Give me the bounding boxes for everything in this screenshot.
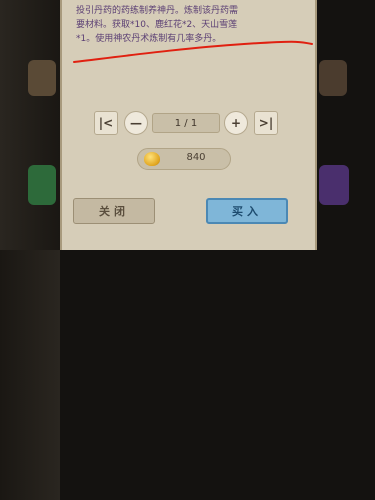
quantity-display[interactable]: 1 / 1	[152, 113, 220, 133]
background-item-tile	[28, 60, 56, 96]
quantity-selector: |< — 1 / 1 + >|	[92, 108, 292, 138]
first-page-button[interactable]: |<	[94, 111, 118, 135]
red-underline-annotation	[73, 40, 313, 63]
purchase-dialog: 投引丹药的药练制养神丹。炼制该丹药需 要材料。获取*10、鹿红花*2、天山雪莲 …	[60, 0, 317, 250]
background-right	[0, 250, 60, 500]
price-value: 840	[186, 152, 206, 163]
background-left	[0, 0, 60, 250]
close-button[interactable]: 关闭	[73, 198, 155, 224]
plus-button[interactable]: +	[224, 111, 248, 135]
background-item-tile	[319, 165, 349, 205]
last-page-button[interactable]: >|	[254, 111, 278, 135]
gold-ingot-icon	[144, 152, 160, 166]
price-box: 840	[137, 148, 231, 170]
minus-button[interactable]: —	[124, 111, 148, 135]
buy-button[interactable]: 买入	[206, 198, 288, 224]
background-item-tile	[319, 60, 347, 96]
background-item-tile	[28, 165, 56, 205]
